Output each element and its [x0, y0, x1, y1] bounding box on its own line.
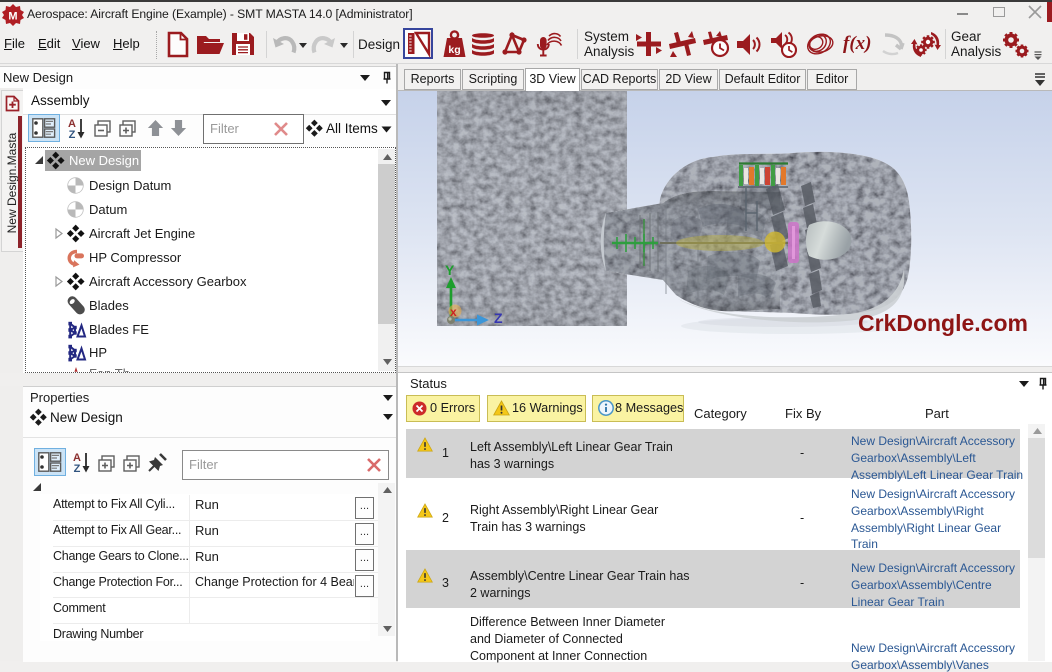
svg-text:Z: Z	[74, 463, 81, 475]
svg-text:Z: Z	[494, 310, 503, 326]
svg-text:x: x	[450, 305, 457, 319]
svg-text:Z: Z	[69, 129, 76, 141]
svg-text:M: M	[8, 11, 17, 23]
svg-text:Y: Y	[445, 262, 455, 278]
svg-text:kg: kg	[448, 44, 460, 56]
